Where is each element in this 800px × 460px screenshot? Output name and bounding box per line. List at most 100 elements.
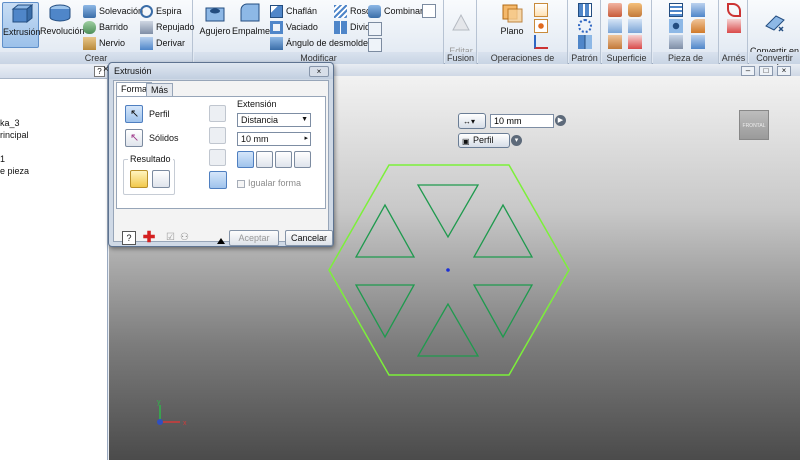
revolucion-button[interactable]: Revolución: [40, 2, 85, 48]
barrido-button[interactable]: Barrido: [83, 20, 128, 35]
thread-icon: [334, 5, 347, 19]
direction-1-button[interactable]: [237, 151, 254, 168]
agujero-button[interactable]: Agujero: [198, 2, 232, 48]
rule-fillet-icon[interactable]: [691, 19, 705, 33]
extension-title: Extensión: [237, 99, 277, 109]
panel-arnes-title: Arnés: [720, 52, 747, 64]
mini-distance-input[interactable]: [490, 114, 554, 128]
extrude-icon: [11, 3, 33, 24]
mini-profile-dropdown-icon[interactable]: ▾: [511, 135, 522, 146]
tree-item[interactable]: rincipal: [0, 129, 107, 141]
rest-icon[interactable]: [669, 35, 683, 49]
rectangular-pattern-icon[interactable]: [578, 3, 592, 17]
edit-form-icon: [452, 13, 470, 31]
resultado-group: Resultado: [123, 154, 175, 195]
ucs-icon[interactable]: [534, 35, 548, 49]
add-icon[interactable]: ✚: [142, 230, 156, 245]
dialog-expand-arrow-icon[interactable]: [217, 238, 225, 244]
mirror-icon[interactable]: [578, 35, 592, 49]
stitch-icon[interactable]: [608, 19, 622, 33]
join-operation-button[interactable]: [209, 105, 226, 122]
intersect-operation-button[interactable]: [209, 149, 226, 166]
viewcube[interactable]: FRONTAL: [739, 110, 769, 140]
tree-item[interactable]: ka_3: [0, 117, 107, 129]
thicken-icon[interactable]: [608, 3, 622, 17]
aceptar-button[interactable]: Aceptar: [229, 230, 279, 246]
glasses-preview-icon[interactable]: ⚇: [180, 231, 198, 245]
extrusion-button[interactable]: Extrusión: [2, 2, 41, 48]
grill-icon[interactable]: [669, 3, 683, 17]
symmetric-button[interactable]: [275, 151, 292, 168]
solidos-select-button[interactable]: ↖: [125, 129, 143, 147]
delete-face-icon[interactable]: [368, 38, 382, 52]
extension-type-select[interactable]: Distancia ▼: [237, 113, 311, 127]
dialog-close-button[interactable]: ×: [309, 66, 329, 77]
tab-mas[interactable]: Más: [146, 83, 174, 96]
asymmetric-button[interactable]: [294, 151, 311, 168]
mini-profile-selector[interactable]: ▣ Perfil ▾: [458, 133, 522, 148]
close-window-button[interactable]: ×: [777, 66, 791, 76]
tree-item[interactable]: 1: [0, 153, 107, 165]
igualar-forma-checkbox[interactable]: [237, 180, 245, 188]
tree-item[interactable]: e pieza: [0, 165, 107, 177]
delete-face-red-icon[interactable]: [628, 35, 642, 49]
maximize-button[interactable]: □: [759, 66, 773, 76]
profile-select-icon: ▣: [462, 137, 470, 146]
new-solid-button[interactable]: [209, 171, 227, 189]
copy-object-icon[interactable]: [368, 22, 382, 36]
panel-plastico: Pieza de plástico: [653, 0, 719, 75]
derivar-button[interactable]: Derivar: [140, 36, 185, 51]
harness-icon[interactable]: [727, 3, 741, 17]
mini-apply-arrow-icon[interactable]: ▶: [555, 115, 566, 126]
patch-icon[interactable]: [628, 3, 642, 17]
panel-fusion: Editar forma Fusion: [445, 0, 477, 66]
cut-operation-button[interactable]: [209, 127, 226, 144]
chevron-down-icon: ▼: [301, 116, 308, 123]
extrusion-label: Extrusión: [3, 27, 41, 37]
lip-icon[interactable]: [691, 35, 705, 49]
vaciado-button[interactable]: Vaciado: [270, 20, 318, 35]
combinar-button[interactable]: Combinar: [368, 4, 423, 19]
direction-2-button[interactable]: [256, 151, 273, 168]
extent-dropdown[interactable]: ↔▾: [458, 113, 486, 129]
espira-button[interactable]: Espira: [140, 4, 182, 19]
move-face-icon[interactable]: [422, 4, 436, 18]
empalme-label: Empalme: [232, 26, 271, 36]
tree-item[interactable]: [0, 141, 107, 153]
repujado-button[interactable]: Repujado: [140, 20, 195, 35]
angulo-button[interactable]: Ángulo de desmoldeo: [270, 36, 373, 51]
harness-pin-icon[interactable]: [727, 19, 741, 33]
work-axis-icon[interactable]: [534, 3, 548, 17]
result-solid-button[interactable]: [130, 170, 148, 188]
solevacion-button[interactable]: Solevación: [83, 4, 143, 19]
help-icon[interactable]: ?: [122, 231, 136, 245]
nervio-button[interactable]: Nervio: [83, 36, 125, 51]
snap-fit-icon[interactable]: [691, 3, 705, 17]
chaflan-label: Chaflán: [286, 6, 318, 16]
distance-value: 10 mm: [241, 134, 269, 144]
trim-icon[interactable]: [628, 19, 642, 33]
tab-forma-page: ↖ Perfil ↖ Sólidos Resultado Extensión D…: [116, 96, 326, 209]
fillet-icon: [240, 3, 260, 22]
boss-icon[interactable]: [669, 19, 683, 33]
perfil-select-button[interactable]: ↖: [125, 105, 143, 123]
distance-input[interactable]: 10 mm ▸: [237, 132, 311, 146]
draft-icon: [270, 37, 283, 51]
result-surface-button[interactable]: [152, 170, 170, 188]
editar-forma-button[interactable]: Editar forma: [446, 2, 476, 66]
sculpt-icon[interactable]: [608, 35, 622, 49]
panel-patron-title: Patrón: [569, 52, 600, 64]
circular-pattern-icon[interactable]: [578, 19, 592, 33]
cancelar-button[interactable]: Cancelar: [285, 230, 333, 246]
plano-button[interactable]: Plano: [496, 2, 528, 48]
preview-checkbox-icon[interactable]: ☑: [166, 231, 180, 245]
angulo-label: Ángulo de desmoldeo: [286, 38, 374, 48]
chevron-right-icon: ▸: [304, 135, 308, 142]
panel-superficie-title: Superficie: [602, 52, 651, 64]
chaflan-button[interactable]: Chaflán: [270, 4, 317, 19]
empalme-button[interactable]: Empalme: [232, 2, 271, 48]
work-point-icon[interactable]: [534, 19, 548, 33]
minimize-button[interactable]: –: [741, 66, 755, 76]
panel-fusion-title: Fusion: [445, 52, 476, 64]
convertir-chapa-button[interactable]: Convertir en chapa: [749, 2, 800, 66]
